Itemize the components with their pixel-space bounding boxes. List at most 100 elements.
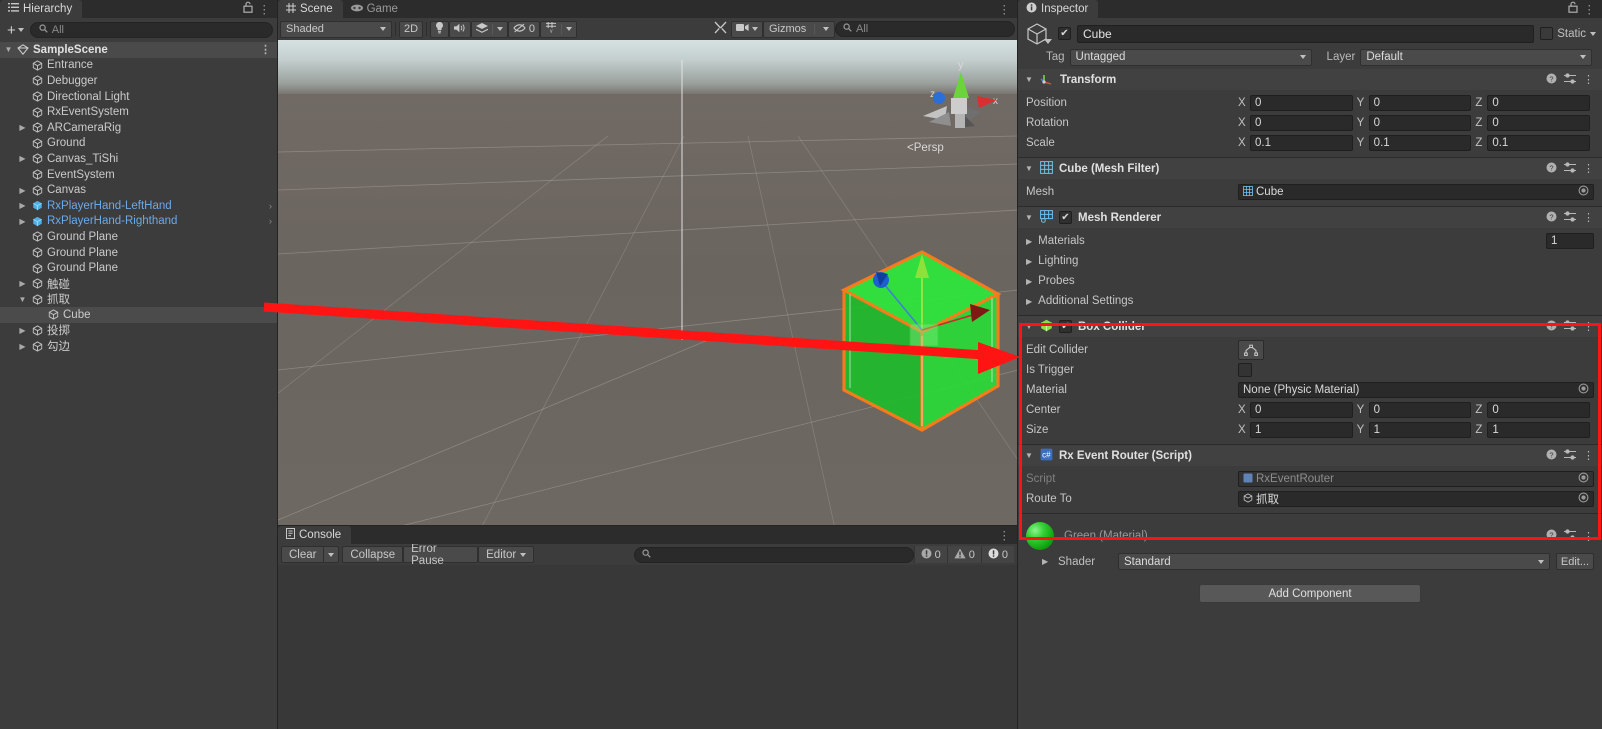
shader-dropdown[interactable]: Standard bbox=[1118, 553, 1550, 570]
scene-lighting-toggle[interactable] bbox=[430, 20, 450, 38]
chevron-right-icon[interactable]: ▶ bbox=[18, 201, 27, 210]
chevron-right-icon[interactable]: ▶ bbox=[18, 279, 27, 288]
console-search-input[interactable] bbox=[634, 546, 914, 563]
hierarchy-item-ground[interactable]: Ground bbox=[0, 136, 277, 152]
hierarchy-item-cube[interactable]: Cube bbox=[0, 307, 277, 323]
component-menu-icon[interactable]: ⋮ bbox=[1583, 211, 1594, 224]
preset-icon[interactable] bbox=[1564, 448, 1576, 463]
hierarchy-item-ground-plane[interactable]: Ground Plane bbox=[0, 260, 277, 276]
hierarchy-item-rxeventsystem[interactable]: RxEventSystem bbox=[0, 104, 277, 120]
object-picker-icon[interactable] bbox=[1578, 472, 1589, 486]
hierarchy-item-触碰[interactable]: ▶ 触碰 bbox=[0, 276, 277, 292]
hierarchy-item-canvas[interactable]: ▶ Canvas bbox=[0, 182, 277, 198]
scene-viewport[interactable]: y z x <Persp bbox=[278, 40, 1017, 525]
scene-orientation-gizmo[interactable]: y z x <Persp bbox=[905, 50, 1005, 170]
object-reference-field[interactable]: Cube bbox=[1238, 184, 1594, 200]
error-counter[interactable]: 0 bbox=[980, 546, 1014, 563]
property-foldout[interactable]: ▶ Additional Settings bbox=[1026, 295, 1238, 307]
z-field[interactable]: 1 bbox=[1487, 422, 1591, 438]
component-menu-icon[interactable]: ⋮ bbox=[1583, 320, 1594, 333]
prefab-open-icon[interactable]: › bbox=[269, 216, 272, 226]
hierarchy-item-entrance[interactable]: Entrance bbox=[0, 58, 277, 74]
component-header[interactable]: ▼ Transform? ⋮ bbox=[1018, 69, 1602, 90]
hierarchy-search-input[interactable]: All bbox=[29, 22, 273, 38]
preset-icon[interactable] bbox=[1564, 161, 1576, 176]
chevron-down-icon[interactable]: ▼ bbox=[1024, 164, 1034, 173]
object-reference-field[interactable]: RxEventRouter bbox=[1238, 471, 1594, 487]
chevron-down-icon[interactable]: ▼ bbox=[1024, 451, 1034, 460]
shader-edit-button[interactable]: Edit... bbox=[1555, 553, 1594, 570]
gameobject-enabled-checkbox[interactable]: ✔ bbox=[1058, 27, 1071, 40]
scene-menu-icon[interactable]: ⋮ bbox=[999, 2, 1011, 16]
z-field[interactable]: 0.1 bbox=[1487, 135, 1591, 151]
component-header[interactable]: ▼ ✔ Box Collider? ⋮ bbox=[1018, 316, 1602, 337]
materials-count-field[interactable]: 1 bbox=[1546, 233, 1594, 249]
object-picker-icon[interactable] bbox=[1578, 492, 1589, 506]
x-field[interactable]: 0 bbox=[1250, 402, 1353, 418]
help-icon[interactable]: ? bbox=[1546, 162, 1557, 176]
hierarchy-item-ground-plane[interactable]: Ground Plane bbox=[0, 229, 277, 245]
gameobject-name-input[interactable]: Cube bbox=[1077, 24, 1535, 43]
gizmos-dropdown[interactable]: Gizmos | bbox=[763, 20, 835, 38]
preset-icon[interactable] bbox=[1564, 210, 1576, 225]
object-picker-icon[interactable] bbox=[1578, 185, 1589, 199]
hierarchy-item-投掷[interactable]: ▶ 投掷 bbox=[0, 323, 277, 339]
lock-icon[interactable] bbox=[1567, 1, 1578, 16]
layer-dropdown[interactable]: Default bbox=[1360, 48, 1592, 66]
draw-mode-dropdown[interactable]: Shaded bbox=[280, 20, 392, 38]
static-checkbox[interactable] bbox=[1540, 27, 1554, 40]
transform-move-gizmo[interactable] bbox=[858, 240, 1017, 380]
scene-grid-dropdown[interactable]: y | bbox=[540, 20, 577, 38]
x-field[interactable]: 1 bbox=[1250, 422, 1353, 438]
component-menu-icon[interactable]: ⋮ bbox=[1583, 530, 1594, 543]
warning-counter[interactable]: 0 bbox=[946, 546, 981, 563]
hierarchy-item-directional-light[interactable]: Directional Light bbox=[0, 89, 277, 105]
hierarchy-item-rxplayerhand-lefthand[interactable]: ▶ RxPlayerHand-LeftHand › bbox=[0, 198, 277, 214]
component-enabled-checkbox[interactable]: ✔ bbox=[1059, 320, 1072, 333]
tab-console[interactable]: Console bbox=[278, 526, 352, 544]
chevron-down-icon[interactable]: ▼ bbox=[18, 295, 27, 304]
component-menu-icon[interactable]: ⋮ bbox=[1583, 162, 1594, 175]
property-foldout[interactable]: ▶ Probes bbox=[1026, 275, 1238, 287]
chevron-down-icon[interactable]: ▼ bbox=[4, 45, 13, 54]
tab-game[interactable]: Game bbox=[342, 0, 408, 18]
clear-dropdown-button[interactable] bbox=[323, 546, 340, 563]
help-icon[interactable]: ? bbox=[1546, 529, 1557, 543]
hierarchy-item-eventsystem[interactable]: EventSystem bbox=[0, 167, 277, 183]
hierarchy-item-samplescene[interactable]: ▼ SampleScene ⋮ bbox=[0, 42, 277, 58]
chevron-down-icon[interactable]: ▼ bbox=[1024, 213, 1034, 222]
hierarchy-item-ground-plane[interactable]: Ground Plane bbox=[0, 245, 277, 261]
y-field[interactable]: 0 bbox=[1368, 402, 1472, 418]
y-field[interactable]: 0 bbox=[1368, 115, 1472, 131]
help-icon[interactable]: ? bbox=[1546, 449, 1557, 463]
edit-collider-button[interactable] bbox=[1238, 340, 1264, 360]
property-foldout[interactable]: ▶ Lighting bbox=[1026, 255, 1238, 267]
x-field[interactable]: 0 bbox=[1250, 95, 1353, 111]
tab-inspector[interactable]: Inspector bbox=[1018, 0, 1099, 18]
editor-dropdown[interactable]: Editor bbox=[478, 546, 535, 563]
chevron-down-icon[interactable] bbox=[1044, 38, 1052, 44]
scene-hidden-objects-button[interactable]: 0 bbox=[507, 20, 541, 38]
inspector-menu-icon[interactable]: ⋮ bbox=[1584, 2, 1596, 16]
hierarchy-item-勾边[interactable]: ▶ 勾边 bbox=[0, 338, 277, 354]
object-reference-field[interactable]: None (Physic Material) bbox=[1238, 382, 1594, 398]
scene-context-menu-icon[interactable]: ⋮ bbox=[260, 43, 271, 56]
prefab-open-icon[interactable]: › bbox=[269, 201, 272, 211]
chevron-right-icon[interactable]: ▶ bbox=[18, 217, 27, 226]
console-log-list[interactable] bbox=[278, 565, 1017, 729]
scene-fx-dropdown[interactable]: | bbox=[471, 20, 508, 38]
hierarchy-tree[interactable]: ▼ SampleScene ⋮ Entrance Debugger Directional… bbox=[0, 42, 277, 729]
is-trigger-checkbox[interactable] bbox=[1238, 363, 1252, 377]
preset-icon[interactable] bbox=[1564, 529, 1576, 543]
y-field[interactable]: 0 bbox=[1368, 95, 1472, 111]
chevron-down-icon[interactable]: ▼ bbox=[1024, 75, 1034, 84]
help-icon[interactable]: ? bbox=[1546, 320, 1557, 334]
scene-search-input[interactable]: All bbox=[835, 21, 1015, 37]
tag-dropdown[interactable]: Untagged bbox=[1069, 48, 1312, 66]
scene-tools-button[interactable] bbox=[710, 21, 731, 38]
chevron-right-icon[interactable]: ▶ bbox=[18, 326, 27, 335]
hierarchy-item-canvas_tishi[interactable]: ▶ Canvas_TiShi bbox=[0, 151, 277, 167]
help-icon[interactable]: ? bbox=[1546, 211, 1557, 225]
lock-icon[interactable] bbox=[242, 1, 253, 16]
component-menu-icon[interactable]: ⋮ bbox=[1583, 73, 1594, 86]
